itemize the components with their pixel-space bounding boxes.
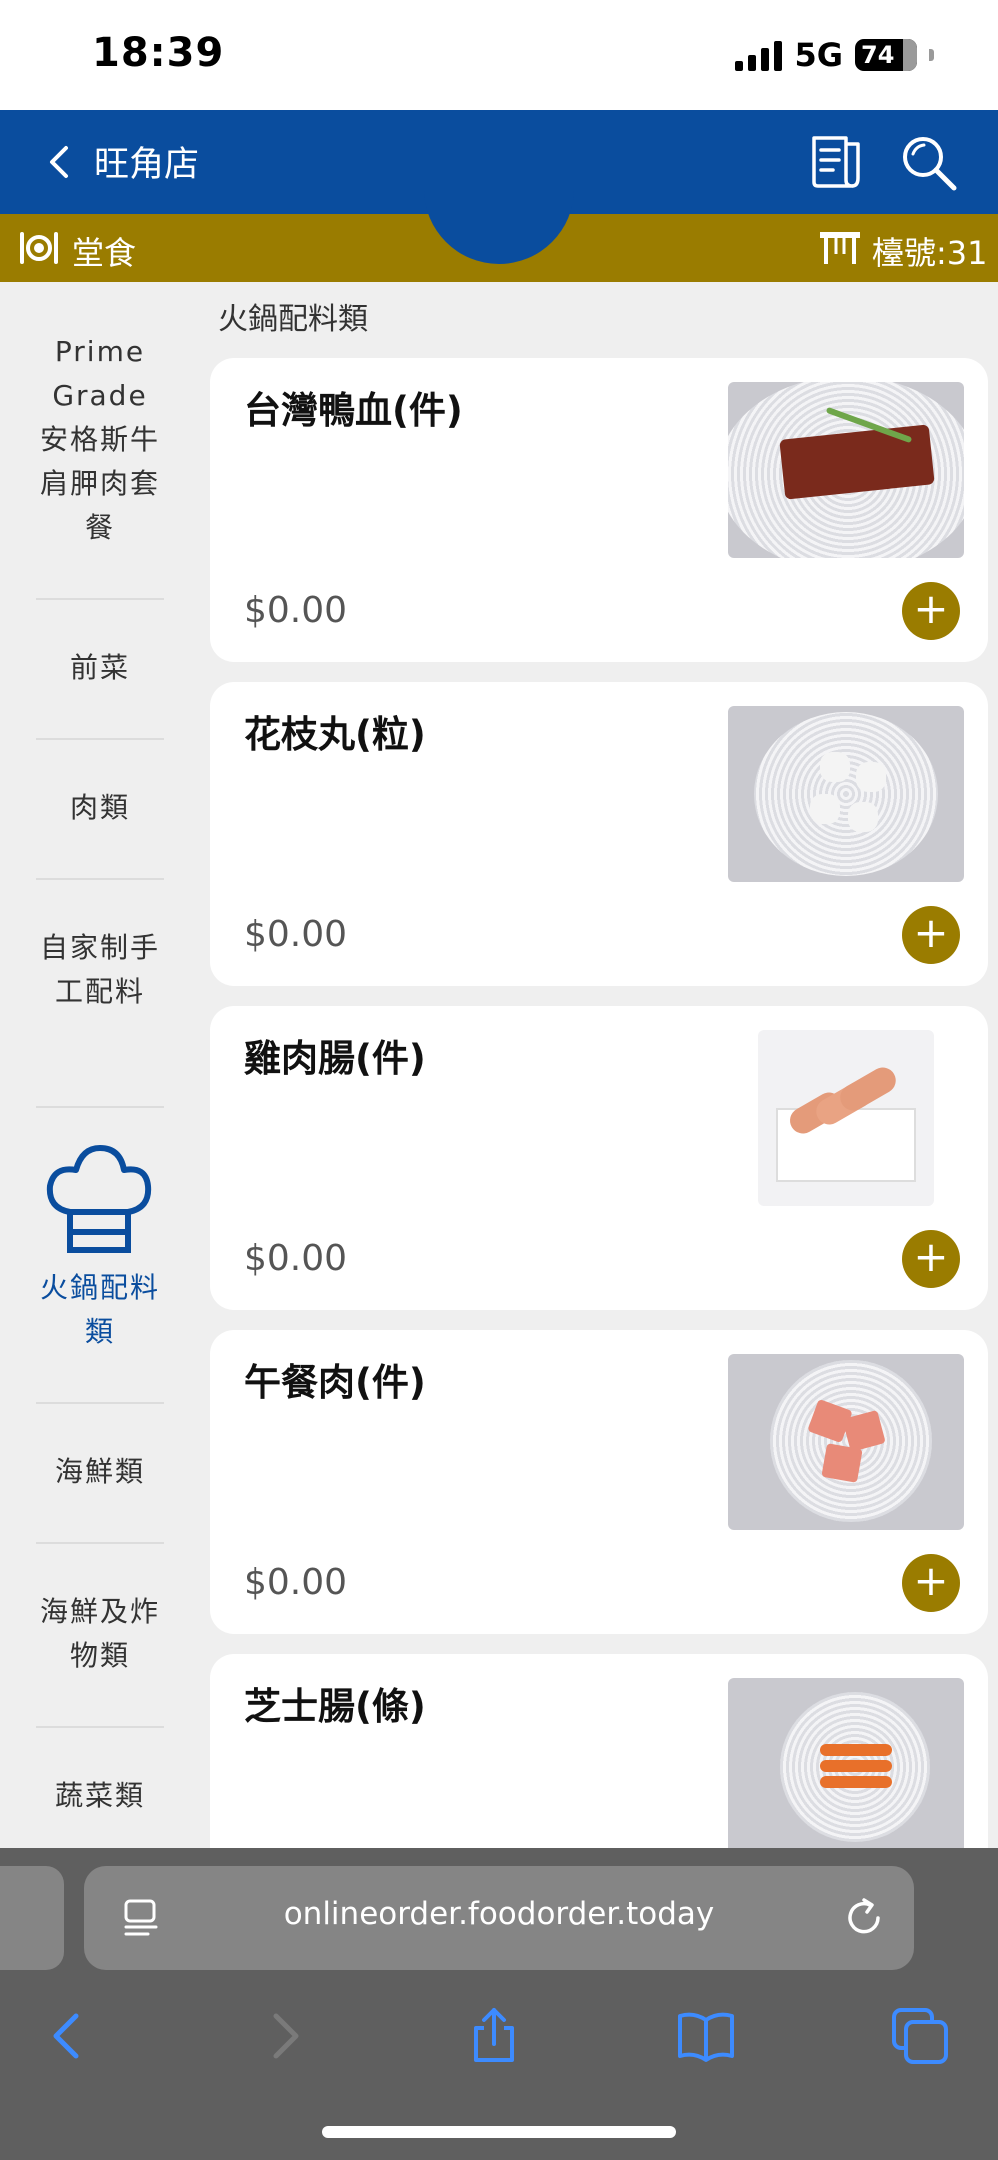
sidebar-item-seafood[interactable]: 海鮮類 [36, 1450, 164, 1494]
browser-forward-icon[interactable] [254, 2006, 314, 2066]
sidebar-item-homemade[interactable]: 自家制手工配料 [36, 926, 164, 1014]
item-price: $0.00 [244, 1238, 348, 1279]
store-name: 旺角店 [94, 145, 200, 185]
previous-tab[interactable] [0, 1866, 64, 1970]
sidebar-item-meat[interactable]: 肉類 [36, 786, 164, 830]
item-image [728, 706, 964, 882]
table-icon [820, 232, 860, 264]
dine-in-icon [20, 232, 58, 264]
divider [36, 1542, 164, 1544]
item-image [758, 1030, 934, 1206]
add-button[interactable]: + [902, 1230, 960, 1288]
url-text: onlineorder.foodorder.today [283, 1896, 715, 1932]
sidebar-item-hotpot[interactable]: 火鍋配料類 [36, 1266, 164, 1354]
receipt-icon[interactable] [806, 132, 866, 192]
address-bar[interactable]: onlineorder.foodorder.today [84, 1866, 914, 1970]
home-indicator [322, 2126, 676, 2138]
search-icon[interactable] [898, 132, 960, 194]
item-name: 午餐肉(件) [244, 1361, 426, 1404]
add-button[interactable]: + [902, 1554, 960, 1612]
divider [36, 738, 164, 740]
item-name: 台灣鴨血(件) [244, 389, 463, 432]
browser-toolbar: onlineorder.foodorder.today [0, 1848, 998, 2160]
battery-tip [929, 49, 934, 61]
reload-icon[interactable] [842, 1896, 886, 1940]
item-price: $0.00 [244, 914, 348, 955]
divider [36, 1106, 164, 1108]
dine-in-label: 堂食 [72, 234, 137, 272]
status-time: 18:39 [92, 30, 225, 76]
section-title: 火鍋配料類 [218, 302, 368, 337]
divider [36, 598, 164, 600]
divider [36, 1726, 164, 1728]
item-price: $0.00 [244, 1562, 348, 1603]
menu-item-card[interactable]: 台灣鴨血(件) $0.00 + [210, 358, 988, 662]
bookmarks-icon[interactable] [676, 2006, 736, 2066]
item-name: 芝士腸(條) [244, 1685, 426, 1728]
divider [36, 1402, 164, 1404]
tabs-icon[interactable] [890, 2006, 950, 2066]
network-type: 5G [794, 36, 843, 74]
item-price: $0.00 [244, 590, 348, 631]
item-image [728, 382, 964, 558]
add-button[interactable]: + [902, 906, 960, 964]
sidebar-item-vegetables[interactable]: 蔬菜類 [36, 1774, 164, 1818]
sidebar-item-prime-grade[interactable]: Prime Grade 安格斯牛肩胛肉套餐 [36, 330, 164, 550]
item-name: 雞肉腸(件) [244, 1037, 426, 1080]
sidebar-item-appetizer[interactable]: 前菜 [36, 646, 164, 690]
share-icon[interactable] [464, 2006, 524, 2066]
menu-item-card[interactable]: 花枝丸(粒) $0.00 + [210, 682, 988, 986]
battery-icon: 74 [855, 39, 917, 71]
item-image [728, 1354, 964, 1530]
signal-icon [735, 39, 783, 71]
divider [36, 878, 164, 880]
back-arrow-icon[interactable] [38, 138, 82, 186]
item-name: 花枝丸(粒) [244, 713, 426, 756]
chef-hat-icon [46, 1145, 152, 1253]
status-bar: 18:39 5G 74 [0, 0, 998, 110]
menu-item-card[interactable]: 午餐肉(件) $0.00 + [210, 1330, 988, 1634]
browser-back-icon[interactable] [38, 2006, 98, 2066]
add-button[interactable]: + [902, 582, 960, 640]
battery-level: 74 [861, 41, 895, 69]
menu-item-card[interactable]: 雞肉腸(件) $0.00 + [210, 1006, 988, 1310]
table-number: 檯號:31 [872, 234, 988, 272]
item-image [728, 1678, 964, 1854]
sidebar-item-seafood-fried[interactable]: 海鮮及炸物類 [36, 1590, 164, 1678]
